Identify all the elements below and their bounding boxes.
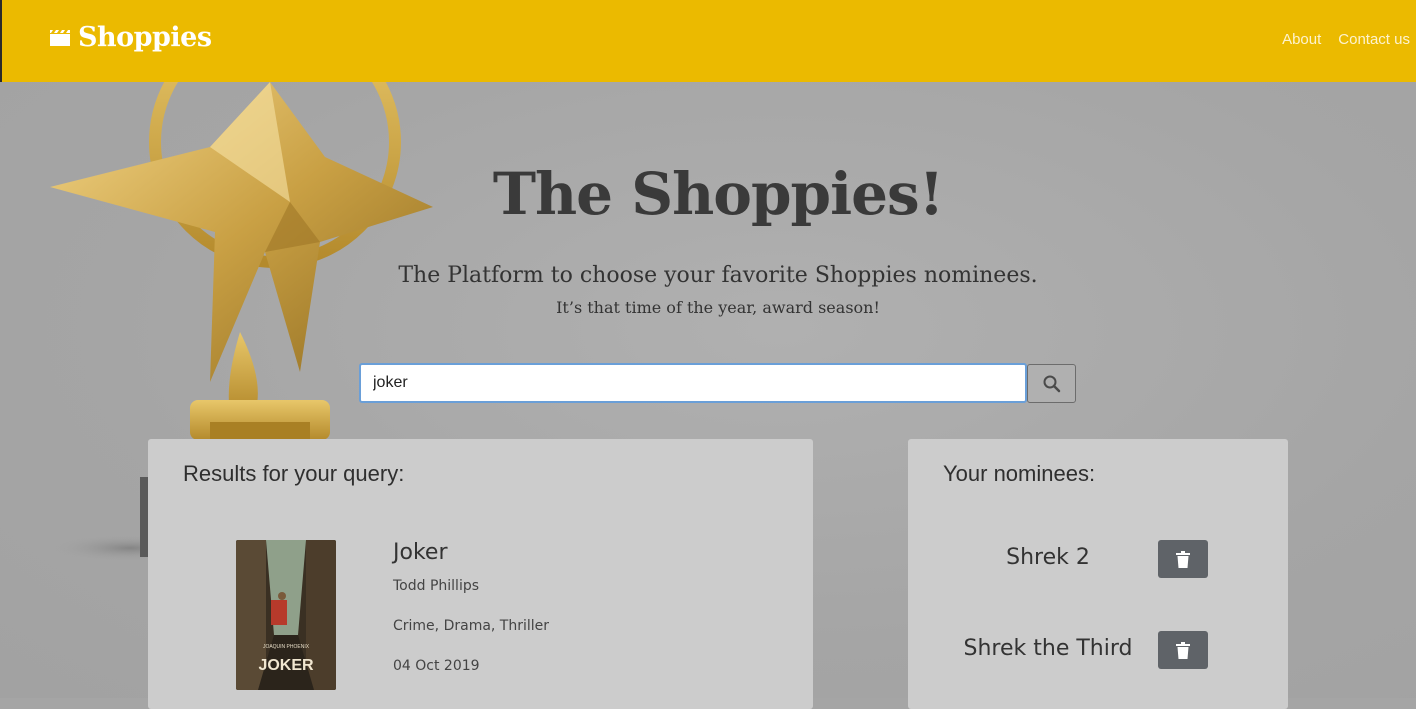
- nav-link-contact[interactable]: Contact us: [1338, 31, 1410, 48]
- poster-actor-text: JOAQUIN PHOENIX: [263, 644, 310, 650]
- search-icon: [1043, 375, 1060, 392]
- page-subtitle: The Platform to choose your favorite Sho…: [398, 263, 1038, 288]
- trash-icon: [1176, 550, 1190, 568]
- movie-genre: Crime, Drama, Thriller: [393, 618, 550, 634]
- page-title: The Shoppies!: [492, 160, 944, 228]
- movie-title: Joker: [393, 540, 448, 565]
- nominee-title: Shrek the Third: [963, 636, 1133, 661]
- nominees-heading: Your nominees:: [943, 461, 1096, 486]
- nav-links: About Contact us: [1282, 31, 1410, 48]
- nominee-title: Shrek 2: [1006, 545, 1090, 570]
- poster-title-text: JOKER: [258, 657, 314, 674]
- search-button[interactable]: [1027, 364, 1076, 403]
- search-input[interactable]: [359, 363, 1027, 403]
- clapperboard-icon: [50, 30, 70, 46]
- page-tagline: It’s that time of the year, award season…: [556, 298, 880, 317]
- movie-director: Todd Phillips: [393, 578, 480, 594]
- remove-nominee-button[interactable]: [1158, 540, 1208, 578]
- results-heading: Results for your query:: [183, 461, 405, 486]
- navbar: Shoppies About Contact us: [2, 0, 1416, 82]
- remove-nominee-button[interactable]: [1158, 631, 1208, 669]
- trash-icon: [1176, 641, 1190, 659]
- brand-name: Shoppies: [78, 22, 212, 53]
- brand-link[interactable]: Shoppies: [50, 22, 212, 53]
- movie-poster[interactable]: JOAQUIN PHOENIX JOKER: [236, 540, 336, 690]
- results-panel: Results for your query: JOAQUIN PHOENIX …: [148, 439, 813, 709]
- nominees-panel: Your nominees: Shrek 2 Shrek the Third: [908, 439, 1288, 709]
- nav-link-about[interactable]: About: [1282, 31, 1321, 48]
- movie-release-date: 04 Oct 2019: [393, 658, 480, 674]
